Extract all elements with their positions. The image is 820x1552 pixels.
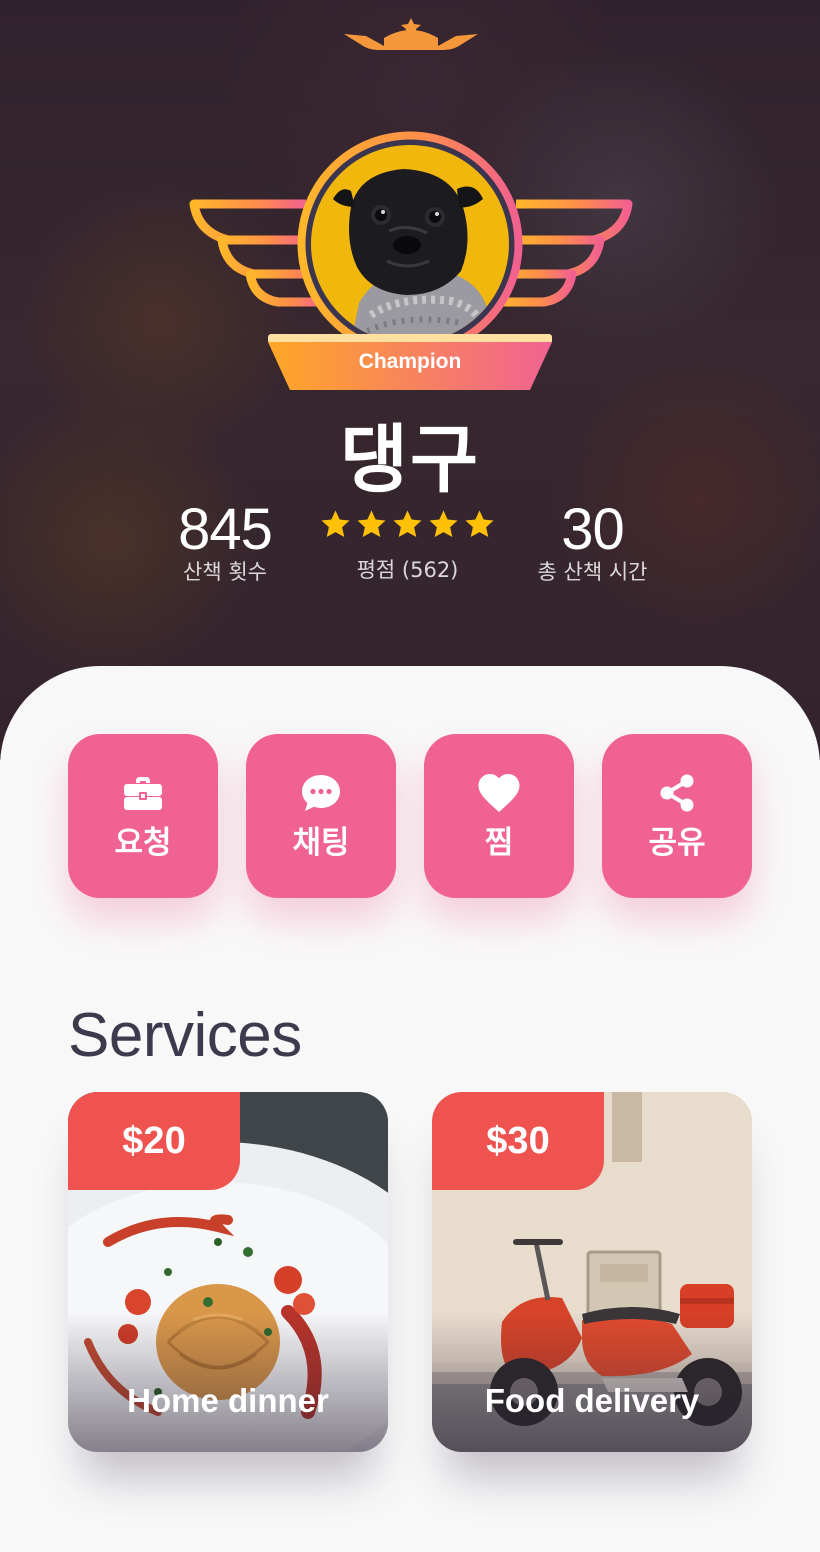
service-title: Food delivery <box>484 1382 700 1419</box>
favorite-button[interactable]: 찜 <box>424 734 574 898</box>
crown-icon <box>344 18 478 50</box>
service-card-food-delivery[interactable]: $30 Food delivery <box>432 1092 752 1452</box>
briefcase-icon <box>121 771 165 815</box>
star-icon <box>465 509 494 537</box>
services-title: Services <box>68 1001 302 1070</box>
request-label: 요청 <box>114 824 172 861</box>
service-card-home-dinner[interactable]: $20 Home dinner <box>68 1092 388 1452</box>
walk-count-label: 산책 횟수 <box>183 560 267 584</box>
price-tag: $30 <box>432 1092 604 1190</box>
avatar <box>311 145 509 343</box>
share-label: 공유 <box>648 824 706 861</box>
content-sheet: 요청 채팅 찜 공유 Services $20 Home dinner $30 … <box>0 666 820 1552</box>
chat-bubble-icon <box>299 771 343 815</box>
star-icon <box>357 509 386 537</box>
pug-avatar-image <box>311 145 509 343</box>
profile-header: Champion 댕구 845 산책 횟수 평점 (562) 30 총 산책 시… <box>0 0 820 760</box>
stat-walk-time: 30 총 산책 시간 <box>520 500 665 586</box>
action-buttons: 요청 채팅 찜 공유 <box>68 734 752 898</box>
chat-button[interactable]: 채팅 <box>246 734 396 898</box>
walk-time-label: 총 산책 시간 <box>537 560 648 584</box>
star-icon <box>321 509 350 537</box>
walk-time-value: 30 <box>561 497 625 562</box>
stat-rating: 평점 (562) <box>300 506 515 584</box>
share-icon <box>655 771 699 815</box>
pet-name: 댕구 <box>339 417 481 503</box>
stat-walk-count: 845 산책 횟수 <box>150 500 300 586</box>
star-icon <box>393 509 422 537</box>
rank-label: Champion <box>358 350 462 373</box>
walk-count-value: 845 <box>178 497 273 562</box>
rating-stars <box>300 506 515 542</box>
rating-label: 평점 (562) <box>356 558 459 582</box>
request-button[interactable]: 요청 <box>68 734 218 898</box>
favorite-label: 찜 <box>484 824 514 861</box>
heart-icon <box>477 771 521 815</box>
share-button[interactable]: 공유 <box>602 734 752 898</box>
star-icon <box>429 509 458 537</box>
services-list: $20 Home dinner $30 Food delivery <box>68 1092 752 1452</box>
chat-label: 채팅 <box>292 824 350 861</box>
service-title: Home dinner <box>127 1382 329 1419</box>
price-tag: $20 <box>68 1092 240 1190</box>
